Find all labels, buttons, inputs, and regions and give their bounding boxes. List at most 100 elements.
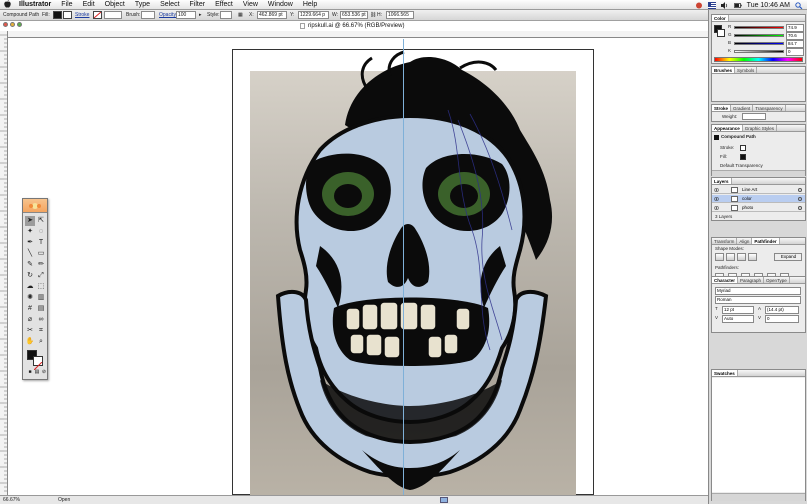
apple-menu-icon[interactable] bbox=[0, 0, 14, 10]
stroke-weight-field[interactable] bbox=[104, 11, 122, 19]
slice-tool-icon[interactable]: ⌗ bbox=[36, 326, 46, 336]
layer-name[interactable]: color bbox=[742, 195, 752, 203]
tab-opentype[interactable]: OpenType bbox=[764, 277, 790, 283]
intersect-shape-button[interactable] bbox=[737, 253, 746, 261]
flag-icon[interactable] bbox=[707, 1, 716, 9]
horizontal-ruler[interactable]: 7206846486125765405044684323963603242882… bbox=[8, 31, 708, 38]
menubar-clock[interactable]: Tue 10:46 AM bbox=[747, 2, 790, 9]
swatches-area[interactable] bbox=[712, 378, 805, 492]
line-tool-icon[interactable]: ╲ bbox=[25, 249, 35, 259]
stroke-swatch[interactable] bbox=[93, 11, 102, 19]
k-slider[interactable] bbox=[734, 50, 784, 53]
w-field[interactable]: 653.536 pt bbox=[340, 11, 368, 19]
rectangle-tool-icon[interactable]: ▭ bbox=[36, 249, 46, 259]
zoom-field[interactable]: 66.67% bbox=[3, 496, 20, 504]
tab-align[interactable]: Align bbox=[737, 238, 753, 244]
layer-target-icon[interactable] bbox=[798, 188, 802, 192]
style-dropdown[interactable] bbox=[220, 11, 232, 19]
menu-illustrator[interactable]: Illustrator bbox=[14, 0, 56, 10]
menu-window[interactable]: Window bbox=[263, 0, 298, 10]
pencil-tool-icon[interactable]: ✏ bbox=[36, 260, 46, 270]
zoom-button[interactable] bbox=[17, 22, 22, 27]
menu-effect[interactable]: Effect bbox=[210, 0, 238, 10]
scissors-tool-icon[interactable]: ✂ bbox=[25, 326, 35, 336]
tracking-field[interactable]: 0 bbox=[765, 315, 799, 323]
tab-brushes[interactable]: Brushes bbox=[712, 67, 736, 73]
b-field[interactable]: 84.7 bbox=[786, 40, 804, 48]
opacity-field[interactable]: 100 bbox=[176, 11, 196, 19]
volume-icon[interactable] bbox=[720, 1, 729, 9]
symbol-sprayer-tool-icon[interactable]: ✺ bbox=[25, 293, 35, 303]
fill-dropdown[interactable] bbox=[63, 11, 72, 19]
color-spectrum[interactable] bbox=[714, 57, 803, 62]
menu-view[interactable]: View bbox=[238, 0, 263, 10]
stroke-color-swatch[interactable] bbox=[33, 356, 43, 371]
transform-icon[interactable]: ▦ bbox=[238, 12, 243, 19]
vertical-guide[interactable] bbox=[403, 39, 404, 495]
font-family-dropdown[interactable]: Myriad bbox=[715, 287, 801, 295]
scale-tool-icon[interactable]: ⤢ bbox=[36, 271, 46, 281]
tab-swatches[interactable]: Swatches bbox=[712, 370, 738, 376]
r-slider[interactable] bbox=[734, 26, 784, 29]
close-button[interactable] bbox=[3, 22, 8, 27]
x-field[interactable]: 462.869 pt bbox=[257, 11, 287, 19]
font-size-field[interactable]: 12 pt bbox=[722, 306, 754, 314]
tab-graphic-styles[interactable]: Graphic Styles bbox=[743, 125, 778, 131]
eyedropper-tool-icon[interactable]: ⌀ bbox=[25, 315, 35, 325]
menu-type[interactable]: Type bbox=[130, 0, 155, 10]
paintbrush-tool-icon[interactable]: ✎ bbox=[25, 260, 35, 270]
menu-object[interactable]: Object bbox=[100, 0, 130, 10]
eye-icon[interactable] bbox=[714, 188, 719, 192]
hand-tool-icon[interactable]: ✋ bbox=[25, 337, 35, 347]
skull-artwork[interactable] bbox=[250, 50, 576, 495]
stroke-link[interactable]: Stroke bbox=[75, 12, 89, 19]
layer-row[interactable]: Line Art bbox=[712, 186, 805, 194]
selection-tool-icon[interactable]: ➤ bbox=[25, 216, 35, 226]
layer-name[interactable]: Line Art bbox=[742, 186, 757, 194]
tab-color[interactable]: Color bbox=[712, 15, 729, 21]
kerning-field[interactable]: Auto bbox=[722, 315, 754, 323]
fill-swatch[interactable] bbox=[53, 11, 62, 19]
y-field[interactable]: 1229.664 p bbox=[298, 11, 329, 19]
layer-row[interactable]: color bbox=[712, 195, 805, 203]
eye-icon[interactable] bbox=[714, 197, 719, 201]
pen-tool-icon[interactable]: ✒ bbox=[25, 238, 35, 248]
opacity-arrow[interactable]: ▸ bbox=[199, 12, 202, 19]
eye-icon[interactable] bbox=[714, 206, 719, 210]
appearance-stroke-swatch[interactable] bbox=[740, 145, 746, 151]
type-tool-icon[interactable]: T bbox=[36, 238, 46, 248]
tab-appearance[interactable]: Appearance bbox=[712, 125, 743, 131]
lasso-tool-icon[interactable]: ◌ bbox=[36, 227, 46, 237]
menu-file[interactable]: File bbox=[56, 0, 77, 10]
exclude-shape-button[interactable] bbox=[748, 253, 757, 261]
tab-pathfinder[interactable]: Pathfinder bbox=[752, 238, 780, 244]
graph-tool-icon[interactable]: ▥ bbox=[36, 293, 46, 303]
tab-character[interactable]: Character bbox=[712, 277, 739, 283]
direct-selection-tool-icon[interactable]: ⇱ bbox=[36, 216, 46, 226]
none-mode-icon[interactable]: ⊘ bbox=[39, 367, 49, 377]
tab-transparency[interactable]: Transparency bbox=[753, 105, 786, 111]
gradient-tool-icon[interactable]: ▤ bbox=[36, 304, 46, 314]
g-slider[interactable] bbox=[734, 34, 784, 37]
k-field[interactable]: 0 bbox=[786, 48, 804, 56]
brush-dropdown[interactable] bbox=[141, 11, 155, 19]
tab-stroke[interactable]: Stroke bbox=[712, 105, 732, 111]
opacity-link[interactable]: Opacity: bbox=[159, 12, 177, 19]
tab-gradient[interactable]: Gradient bbox=[731, 105, 754, 111]
warp-tool-icon[interactable]: ☁ bbox=[25, 282, 35, 292]
appearance-fill-swatch[interactable] bbox=[740, 154, 746, 160]
mesh-tool-icon[interactable]: # bbox=[25, 304, 35, 314]
layer-row[interactable]: photo bbox=[712, 204, 805, 212]
leading-field[interactable]: (14.4 pt) bbox=[765, 306, 799, 314]
menu-edit[interactable]: Edit bbox=[78, 0, 100, 10]
tab-transform[interactable]: Transform bbox=[712, 238, 738, 244]
tools-header[interactable] bbox=[23, 199, 47, 213]
expand-button[interactable]: Expand bbox=[774, 253, 802, 261]
menu-select[interactable]: Select bbox=[155, 0, 184, 10]
magic-wand-tool-icon[interactable]: ✦ bbox=[25, 227, 35, 237]
menu-help[interactable]: Help bbox=[298, 0, 322, 10]
layer-target-icon[interactable] bbox=[798, 206, 802, 210]
minimize-button[interactable] bbox=[10, 22, 15, 27]
r-field[interactable]: 74.9 bbox=[786, 24, 804, 32]
tab-layers[interactable]: Layers bbox=[712, 178, 732, 184]
